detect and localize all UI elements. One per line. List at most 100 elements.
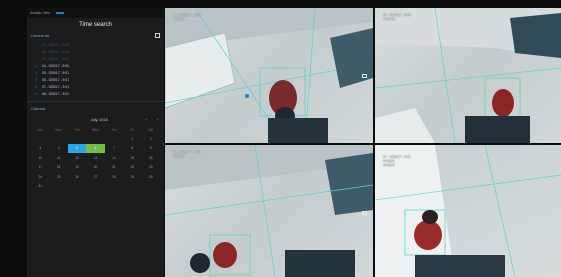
camera-list-item[interactable]: ✓ 07 - 02/8/17 - 9:01 bbox=[35, 83, 156, 90]
calendar-day bbox=[49, 134, 67, 144]
calendar-day[interactable]: 31 bbox=[31, 182, 49, 192]
camera-list: 01 - 02/8/17 - 9:00 02 - 02/8/17 - 9:00 03… bbox=[27, 39, 164, 97]
weekday-label: Fri bbox=[130, 128, 135, 132]
calendar-month: July, 2016 bbox=[90, 118, 108, 122]
prev-month-icon[interactable]: ‹ bbox=[145, 118, 146, 122]
camera-icon[interactable] bbox=[362, 74, 367, 78]
next-month-icon[interactable]: › bbox=[157, 118, 158, 122]
checkbox-icon[interactable]: ✓ bbox=[35, 71, 42, 75]
camera-view-4[interactable]: 07 - 02/8/17 - 9:01 Analytic Analytic bbox=[375, 145, 561, 277]
checkbox-icon[interactable]: ✓ bbox=[35, 64, 42, 68]
calendar-day[interactable]: 26 bbox=[68, 172, 86, 182]
camera-view-2[interactable]: 05 - 02/8/17 - 9:00 Analytic bbox=[375, 8, 561, 143]
app-title: Analytic View bbox=[30, 11, 51, 15]
calendar-day[interactable]: 13 bbox=[86, 153, 104, 163]
checkbox-icon[interactable]: ✓ bbox=[35, 85, 42, 89]
tab-3[interactable] bbox=[84, 12, 92, 14]
cam3-scene bbox=[165, 145, 373, 277]
layout-grid-icon[interactable] bbox=[155, 33, 160, 38]
calendar-day[interactable]: 30 bbox=[142, 172, 160, 182]
camera-list-item[interactable]: 02 - 02/8/17 - 9:00 bbox=[35, 48, 156, 55]
sidebar: Analytic View Time search Camera list 01… bbox=[27, 8, 164, 277]
calendar-day[interactable]: 20 bbox=[86, 163, 104, 173]
cam4-timestamp: 07 - 02/8/17 - 9:01 Analytic Analytic bbox=[383, 155, 411, 167]
calendar-day[interactable]: 18 bbox=[49, 163, 67, 173]
cam1-timestamp: 01 - 02/8/17 - 9:00 Analytic bbox=[173, 13, 201, 21]
calendar-day[interactable]: 23 bbox=[142, 163, 160, 173]
calendar-grid: Sun Mon Tue Wed Thu Fri Sat 1 2 3 4 5 6 7 8 9 10 11 12 13 14… bbox=[31, 126, 160, 191]
calendar-day[interactable]: 4 bbox=[49, 144, 67, 154]
camera-list-item[interactable]: ✓ 08 - 02/8/17 - 9:01 bbox=[35, 90, 156, 97]
calendar-day[interactable]: 5 bbox=[67, 143, 87, 153]
camera-list-item[interactable]: ✓ 04 - 02/8/17 - 9:00 bbox=[35, 62, 156, 69]
calendar-day[interactable]: 6 bbox=[86, 143, 105, 153]
calendar-day[interactable]: 29 bbox=[123, 172, 141, 182]
calendar-day[interactable]: 15 bbox=[123, 153, 141, 163]
calendar-day[interactable]: 17 bbox=[31, 163, 49, 173]
weekday-label: Mon bbox=[55, 128, 62, 132]
weekday-label: Sat bbox=[148, 128, 154, 132]
camera-list-item[interactable]: ✓ 05 - 02/8/17 - 9:01 bbox=[35, 69, 156, 76]
camera-list-item-label: 01 - 02/8/17 - 9:00 bbox=[42, 42, 69, 47]
calendar-day bbox=[123, 182, 141, 192]
calendar-day bbox=[142, 182, 160, 192]
calendar-month-bar: July, 2016 ‹ › bbox=[31, 114, 160, 126]
top-strip: Analytic View bbox=[27, 8, 164, 18]
weekday-label: Wed bbox=[92, 128, 99, 132]
calendar-day[interactable]: 3 bbox=[31, 144, 49, 154]
weekday-label: Sun bbox=[37, 128, 44, 132]
camera-list-item-label: 05 - 02/8/17 - 9:01 bbox=[42, 70, 69, 75]
camera-icon[interactable] bbox=[362, 211, 367, 215]
camera-list-item[interactable]: 03 - 02/8/17 - 9:00 bbox=[35, 55, 156, 62]
calendar-day bbox=[86, 134, 104, 144]
cam1-scene bbox=[165, 8, 373, 143]
calendar-day bbox=[68, 134, 86, 144]
calendar-day[interactable]: 7 bbox=[105, 144, 123, 154]
camera-list-item-label: 02 - 02/8/17 - 9:00 bbox=[42, 49, 69, 54]
calendar-day[interactable]: 24 bbox=[31, 172, 49, 182]
calendar: July, 2016 ‹ › Sun Mon Tue Wed Thu Fri Sat 1 2 3 4… bbox=[27, 112, 164, 193]
camera-view-3[interactable]: 05 - 02/8/17 - 9:00 Analytic bbox=[165, 145, 373, 277]
calendar-day bbox=[31, 134, 49, 144]
calendar-day[interactable]: 12 bbox=[68, 153, 86, 163]
camera-list-header: Camera list bbox=[27, 32, 164, 39]
calendar-day[interactable]: 21 bbox=[105, 163, 123, 173]
calendar-day[interactable]: 19 bbox=[68, 163, 86, 173]
calendar-day bbox=[68, 182, 86, 192]
checkbox-icon[interactable]: ✓ bbox=[35, 92, 42, 96]
calendar-day[interactable]: 1 bbox=[123, 134, 141, 144]
calendar-day bbox=[86, 182, 104, 192]
tab-1[interactable] bbox=[56, 12, 65, 14]
calendar-label: Calendar bbox=[31, 107, 46, 111]
cam3-timestamp: 05 - 02/8/17 - 9:00 Analytic bbox=[173, 150, 201, 158]
camera-view-1[interactable]: 01 - 02/8/17 - 9:00 Analytic bbox=[165, 8, 373, 143]
calendar-day bbox=[49, 182, 67, 192]
camera-list-item-label: 03 - 02/8/17 - 9:00 bbox=[42, 56, 69, 61]
camera-list-item[interactable]: ✓ 06 - 02/8/17 - 9:01 bbox=[35, 76, 156, 83]
cam2-scene bbox=[375, 8, 561, 143]
weekday-label: Thu bbox=[111, 128, 117, 132]
calendar-day[interactable]: 9 bbox=[142, 144, 160, 154]
calendar-day[interactable]: 2 bbox=[142, 134, 160, 144]
calendar-day bbox=[105, 134, 123, 144]
calendar-day[interactable]: 28 bbox=[105, 172, 123, 182]
calendar-day[interactable]: 8 bbox=[123, 144, 141, 154]
calendar-day[interactable]: 25 bbox=[49, 172, 67, 182]
panel-title: Time search bbox=[79, 22, 112, 28]
tab-2[interactable] bbox=[70, 12, 78, 14]
calendar-day[interactable]: 10 bbox=[31, 153, 49, 163]
calendar-day[interactable]: 14 bbox=[105, 153, 123, 163]
calendar-day[interactable]: 22 bbox=[123, 163, 141, 173]
checkbox-icon[interactable]: ✓ bbox=[35, 78, 42, 82]
camera-list-item-label: 07 - 02/8/17 - 9:01 bbox=[42, 84, 69, 89]
camera-list-item-label: 06 - 02/8/17 - 9:01 bbox=[42, 77, 69, 82]
calendar-day bbox=[105, 182, 123, 192]
calendar-day[interactable]: 27 bbox=[86, 172, 104, 182]
calendar-day[interactable]: 16 bbox=[142, 153, 160, 163]
camera-list-item[interactable]: 01 - 02/8/17 - 9:00 bbox=[35, 41, 156, 48]
weekday-label: Tue bbox=[74, 128, 80, 132]
cam2-timestamp: 05 - 02/8/17 - 9:00 Analytic bbox=[383, 13, 411, 21]
camera-list-label: Camera list bbox=[31, 33, 50, 38]
camera-list-item-label: 04 - 02/8/17 - 9:00 bbox=[42, 63, 69, 68]
calendar-day[interactable]: 11 bbox=[49, 153, 67, 163]
